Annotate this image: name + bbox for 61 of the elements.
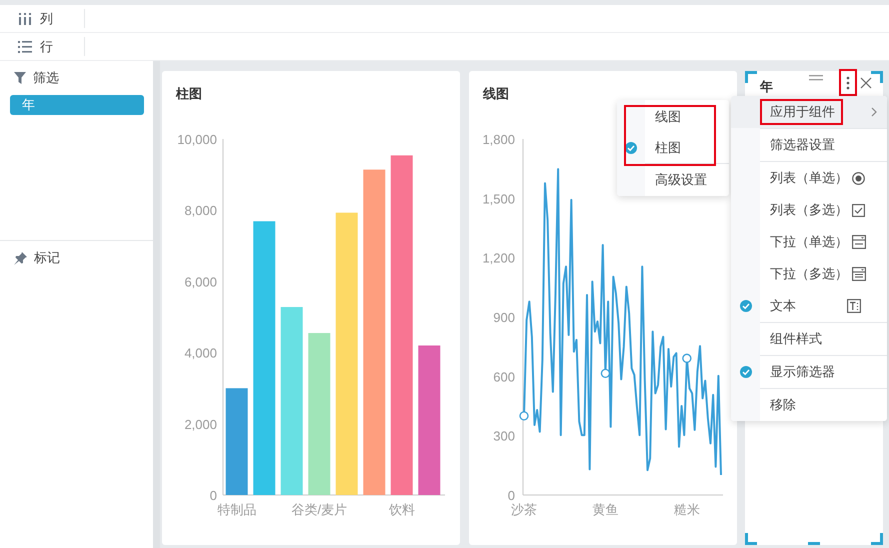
menu-item[interactable]: 下拉（多选） bbox=[731, 258, 887, 290]
menu-item[interactable]: 线图 bbox=[617, 101, 729, 132]
axis-label: 0 bbox=[210, 488, 217, 503]
section-title: 筛选 bbox=[33, 69, 59, 87]
axis-label: 4,000 bbox=[184, 346, 217, 361]
axis-label: 黄鱼 bbox=[592, 502, 618, 517]
axis-label: 沙茶 bbox=[511, 502, 537, 517]
axis-label: 600 bbox=[493, 369, 515, 384]
axis-label: 0 bbox=[508, 488, 515, 503]
axis-label: 6,000 bbox=[184, 274, 217, 290]
chevron-right-icon bbox=[871, 107, 877, 117]
menu-item[interactable]: 文本 bbox=[731, 290, 887, 322]
filter-title: 年 bbox=[760, 79, 773, 95]
close-icon[interactable] bbox=[860, 77, 872, 89]
axis-label: 8,000 bbox=[184, 203, 217, 218]
filter-icon bbox=[14, 72, 26, 84]
shelf-label: 行 bbox=[40, 38, 53, 56]
checkbox-icon bbox=[852, 204, 865, 216]
section-title: 标记 bbox=[34, 249, 60, 267]
menu-item[interactable]: 显示筛选器 bbox=[731, 356, 887, 388]
resize-handle[interactable] bbox=[871, 71, 883, 83]
menu-item[interactable]: 移除 bbox=[731, 389, 887, 421]
menu-item[interactable]: 应用于组件 bbox=[731, 96, 887, 128]
text-box-icon bbox=[847, 299, 861, 313]
axis-label: 1,800 bbox=[482, 132, 515, 147]
radio-icon bbox=[852, 172, 865, 184]
menu-item[interactable]: 组件样式 bbox=[731, 323, 887, 355]
menu-item[interactable]: 筛选器设置 bbox=[731, 129, 887, 161]
shelf-label: 列 bbox=[40, 10, 53, 28]
chart-title: 线图 bbox=[482, 85, 510, 103]
axis-label: 谷类/麦片 bbox=[291, 502, 348, 517]
resize-handle[interactable] bbox=[871, 533, 883, 545]
menu-item[interactable]: 下拉（单选） bbox=[731, 226, 887, 258]
axis-label: 2,000 bbox=[184, 416, 217, 432]
menu-item[interactable]: 列表（多选） bbox=[731, 194, 887, 226]
axis-label: 饮料 bbox=[388, 502, 415, 517]
axis-label: 糙米 bbox=[674, 502, 700, 517]
more-button[interactable] bbox=[839, 69, 857, 96]
dropdown-list-icon bbox=[852, 267, 866, 281]
resize-handle[interactable] bbox=[745, 71, 757, 83]
axis-label: 特制品 bbox=[217, 502, 256, 517]
pin-icon bbox=[14, 252, 27, 264]
columns-icon bbox=[18, 12, 32, 24]
point-marker bbox=[519, 411, 529, 421]
chart-title: 柱图 bbox=[174, 85, 203, 103]
list-icon bbox=[18, 40, 32, 52]
axis-label: 1,200 bbox=[482, 250, 515, 266]
dropdown-icon bbox=[852, 235, 866, 249]
point-marker bbox=[682, 354, 692, 363]
menu-item[interactable]: 高级设置 bbox=[617, 164, 729, 195]
axis-label: 900 bbox=[493, 310, 515, 325]
axis-label: 300 bbox=[493, 428, 515, 444]
more-icon bbox=[846, 76, 850, 90]
menu-item[interactable]: 柱图 bbox=[617, 132, 729, 163]
axis-label: 1,500 bbox=[482, 191, 515, 206]
resize-handle[interactable] bbox=[745, 533, 757, 545]
axis-label: 10,000 bbox=[177, 132, 217, 147]
resize-handle[interactable] bbox=[808, 542, 820, 545]
point-marker bbox=[600, 368, 610, 378]
menu-item[interactable]: 列表（单选） bbox=[731, 162, 887, 194]
drag-handle-icon[interactable] bbox=[809, 75, 823, 81]
